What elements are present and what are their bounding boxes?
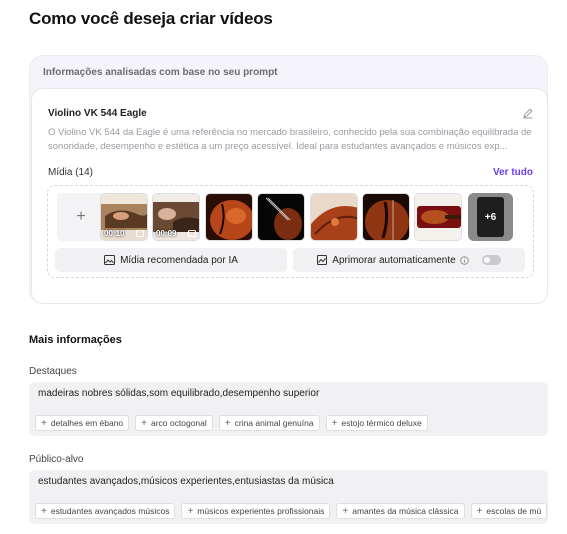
video-duration: 00:09 [156, 229, 177, 238]
plus-icon: + [41, 505, 47, 517]
suggestion-chip[interactable]: + arco octogonal [135, 415, 213, 431]
suggestion-chip[interactable]: + músicos experientes profissionais [181, 503, 331, 519]
media-thumbnail-image-3[interactable] [310, 193, 358, 241]
video-icon [136, 230, 144, 237]
violin-on-black-image [258, 194, 304, 240]
analysis-header: Informações analisadas com base no seu p… [43, 67, 278, 78]
highlights-label: Destaques [29, 366, 77, 377]
auto-enhance-control: Aprimorar automaticamente [293, 248, 525, 272]
product-description: O Violino VK 544 da Eagle é uma referênc… [48, 127, 532, 152]
violin-case-red-image [415, 194, 461, 240]
plus-icon: + [476, 505, 483, 517]
violin-body-closeup-image [206, 194, 252, 240]
product-card: Violino VK 544 Eagle O Violino VK 544 da… [31, 88, 548, 304]
media-thumbnail-image-4[interactable] [362, 193, 410, 241]
more-media-button[interactable]: +6 [468, 193, 513, 241]
suggestion-chip[interactable]: + crina animal genuína [218, 415, 320, 431]
plus-icon: + [76, 208, 86, 225]
auto-enhance-toggle[interactable] [481, 255, 501, 265]
plus-icon: + [41, 417, 47, 429]
highlights-suggestions: + detalhes em ébano + arco octogonal + crin… [35, 415, 428, 431]
video-duration: 00:10 [104, 229, 125, 238]
info-icon[interactable] [459, 255, 469, 265]
plus-icon: + [141, 417, 147, 429]
suggestion-chip[interactable]: + amantes da música clássica [336, 503, 465, 519]
media-thumbnail-image-2[interactable] [257, 193, 305, 241]
auto-enhance-label: Aprimorar automaticamente [332, 254, 456, 266]
video-icon [188, 230, 196, 237]
media-gallery: + 00:10 00:09 +6 Mídia recomendada por I… [47, 185, 534, 278]
ai-recommended-media-button[interactable]: Mídia recomendada por IA [55, 248, 287, 272]
suggestion-chip[interactable]: + estudantes avançados músicos [35, 503, 176, 519]
media-thumbnail-image-1[interactable] [205, 193, 253, 241]
media-thumbnail-image-5[interactable] [414, 193, 462, 241]
audience-field[interactable]: estudantes avançados,músicos experientes… [29, 470, 548, 524]
image-icon [104, 255, 116, 265]
highlights-value[interactable]: madeiras nobres sólidas,som equilibrado,… [38, 388, 319, 399]
analysis-panel: Informações analisadas com base no seu p… [29, 55, 548, 304]
media-thumbnail-video-2[interactable]: 00:09 [152, 193, 200, 241]
audience-label: Público-alvo [29, 454, 84, 465]
suggestion-chip[interactable]: + escolas de mú [470, 503, 548, 519]
product-name: Violino VK 544 Eagle [48, 108, 147, 119]
audience-value[interactable]: estudantes avançados,músicos experientes… [38, 476, 334, 487]
page-title: Como você deseja criar vídeos [29, 9, 273, 28]
see-all-link[interactable]: Ver tudo [493, 167, 533, 178]
media-thumbnail-video-1[interactable]: 00:10 [100, 193, 148, 241]
suggestion-chip[interactable]: + estojo térmico deluxe [325, 415, 428, 431]
more-media-count: +6 [484, 211, 497, 223]
plus-icon: + [187, 505, 194, 517]
plus-icon: + [342, 505, 349, 517]
edit-icon[interactable] [522, 107, 534, 119]
highlights-field[interactable]: madeiras nobres sólidas,som equilibrado,… [29, 382, 548, 436]
plus-icon: + [224, 417, 231, 429]
violin-f-hole-closeup-image [363, 194, 409, 240]
enhance-icon [317, 255, 328, 265]
audience-suggestions: + estudantes avançados músicos + músicos e… [35, 503, 548, 519]
plus-icon: + [331, 417, 338, 429]
suggestion-chip[interactable]: + detalhes em ébano [35, 415, 130, 431]
add-media-button[interactable]: + [57, 193, 105, 241]
ai-recommended-media-label: Mídia recomendada por IA [120, 254, 238, 266]
violin-scroll-closeup-image [311, 194, 357, 240]
more-info-title: Mais informações [29, 334, 122, 346]
media-label: Mídia (14) [48, 167, 94, 178]
